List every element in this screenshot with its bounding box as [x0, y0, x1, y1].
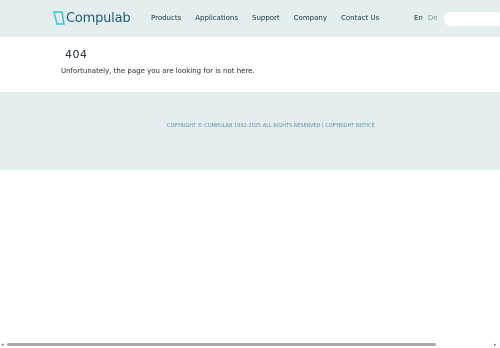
- site-header: Compulab Products Applications Support C…: [0, 0, 500, 37]
- error-message: Unfortunately, the page you are looking …: [61, 67, 255, 75]
- main-nav: Products Applications Support Company Co…: [151, 14, 379, 24]
- nav-contact-us[interactable]: Contact Us: [341, 14, 379, 24]
- horizontal-scrollbar[interactable]: ◂ ▸: [0, 341, 500, 348]
- error-code: 404: [65, 48, 88, 61]
- search-input[interactable]: [444, 12, 500, 26]
- logo-text: Compulab: [66, 10, 131, 26]
- lang-en[interactable]: En: [414, 14, 423, 22]
- compulab-logo[interactable]: Compulab: [53, 9, 131, 27]
- footer-copyright[interactable]: COPYRIGHT © COMPULAB 1992-2025 ALL RIGHT…: [167, 123, 375, 129]
- scroll-right-arrow-icon[interactable]: ▸: [494, 342, 497, 348]
- scroll-left-arrow-icon[interactable]: ◂: [1, 342, 4, 348]
- nav-company[interactable]: Company: [294, 14, 327, 24]
- logo-mark-icon: [53, 10, 65, 25]
- nav-applications[interactable]: Applications: [195, 14, 238, 24]
- nav-support[interactable]: Support: [252, 14, 280, 24]
- nav-products[interactable]: Products: [151, 14, 181, 24]
- lang-de[interactable]: De: [428, 14, 438, 22]
- language-switcher: En De: [414, 14, 438, 22]
- site-footer: [0, 92, 500, 170]
- scrollbar-thumb[interactable]: [7, 343, 436, 346]
